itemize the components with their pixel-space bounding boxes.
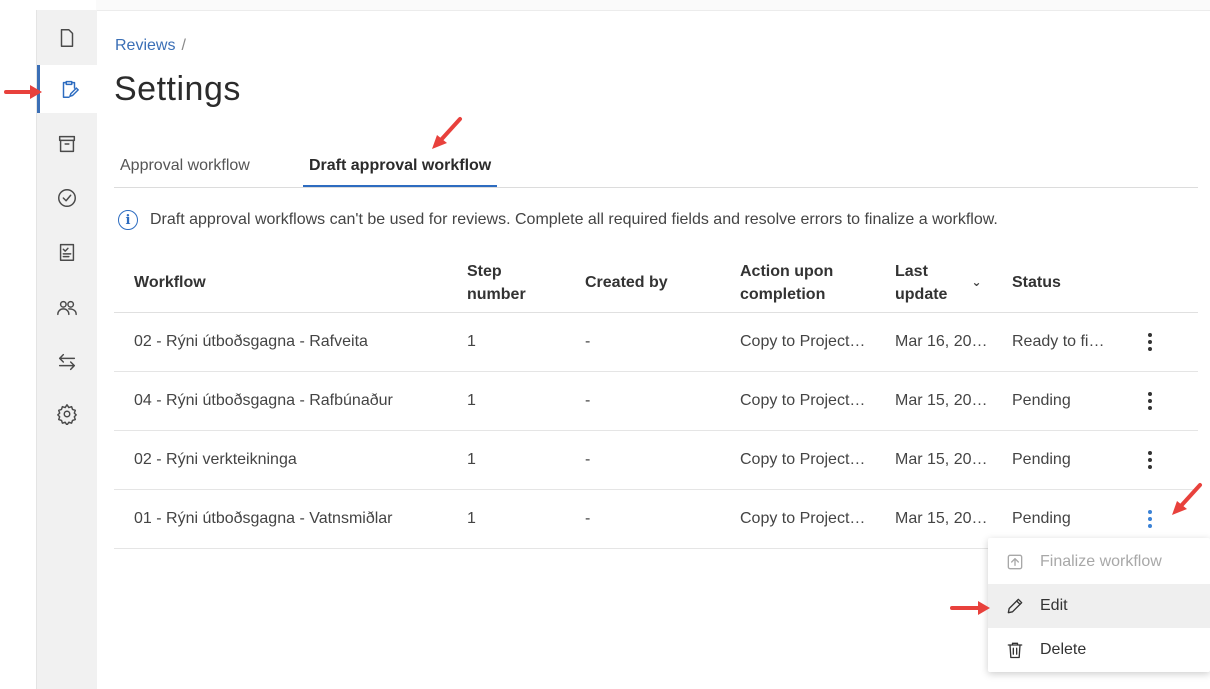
- transfer-arrows-icon: [58, 353, 76, 371]
- more-options-icon[interactable]: [1140, 392, 1160, 410]
- checklist-icon: [59, 243, 75, 261]
- page-title: Settings: [114, 70, 241, 108]
- tab-bar: Approval workflow Draft approval workflo…: [114, 150, 1198, 188]
- column-header-created-by[interactable]: Created by: [585, 253, 740, 313]
- info-banner: i Draft approval workflows can't be used…: [118, 210, 998, 230]
- cell-action: Copy to Project…: [740, 371, 895, 431]
- cell-action: Copy to Project…: [740, 312, 895, 372]
- check-circle-icon: [58, 189, 76, 207]
- tab-approval-workflow[interactable]: Approval workflow: [114, 157, 256, 185]
- sidebar-item-archive[interactable]: [37, 120, 97, 168]
- row-actions-menu: Finalize workflow Edit Delete: [988, 538, 1210, 672]
- info-icon: i: [118, 210, 138, 230]
- cell-workflow[interactable]: 02 - Rýni verkteikninga: [114, 430, 467, 490]
- cell-workflow[interactable]: 01 - Rýni útboðsgagna - Vatnsmiðlar: [114, 489, 467, 549]
- clipboard-edit-icon: [62, 80, 79, 98]
- cell-action: Copy to Project…: [740, 489, 895, 549]
- cell-step: 1: [467, 489, 585, 549]
- document-icon: [60, 29, 74, 47]
- more-options-icon[interactable]: [1140, 510, 1160, 528]
- cell-workflow[interactable]: 04 - Rýni útboðsgagna - Rafbúnaður: [114, 371, 467, 431]
- sidebar-item-documents[interactable]: [37, 14, 97, 62]
- cell-step: 1: [467, 430, 585, 490]
- cell-created-by: -: [585, 489, 740, 549]
- finalize-upload-icon: [1004, 551, 1026, 573]
- pencil-icon: [1004, 595, 1026, 617]
- cell-workflow[interactable]: 02 - Rýni útboðsgagna - Rafveita: [114, 312, 467, 372]
- info-text: Draft approval workflows can't be used f…: [150, 211, 998, 228]
- menu-item-delete[interactable]: Delete: [988, 628, 1210, 672]
- menu-item-finalize-workflow[interactable]: Finalize workflow: [988, 540, 1210, 584]
- sidebar-item-reviews[interactable]: [37, 65, 97, 113]
- annotation-arrow: [428, 116, 464, 157]
- cell-action: Copy to Project…: [740, 430, 895, 490]
- menu-item-edit[interactable]: Edit: [988, 584, 1210, 628]
- menu-item-label: Delete: [1040, 641, 1087, 658]
- column-header-step-number[interactable]: Step number: [467, 253, 585, 313]
- table-header-row: Workflow Step number Created by Action up…: [114, 253, 1198, 313]
- column-header-actions: [1140, 253, 1198, 313]
- cell-last-update: Mar 15, 20…: [895, 430, 1012, 490]
- cell-status: Ready to fi…: [1012, 312, 1140, 372]
- cell-status: Pending: [1012, 430, 1140, 490]
- cell-last-update: Mar 15, 20…: [895, 371, 1012, 431]
- annotation-arrow: [4, 84, 44, 105]
- people-icon: [57, 300, 77, 316]
- sidebar-item-members[interactable]: [37, 284, 97, 332]
- cell-status: Pending: [1012, 371, 1140, 431]
- sidebar: [36, 10, 97, 689]
- sidebar-item-approvals[interactable]: [37, 174, 97, 222]
- table-row[interactable]: 02 - Rýni útboðsgagna - Rafveita 1 - Cop…: [114, 312, 1198, 372]
- table-row[interactable]: 02 - Rýni verkteikninga 1 - Copy to Proj…: [114, 430, 1198, 490]
- gear-icon: [57, 404, 77, 425]
- menu-item-label: Edit: [1040, 597, 1068, 614]
- more-options-icon[interactable]: [1140, 333, 1160, 351]
- column-header-last-update[interactable]: Last update ⌄: [895, 253, 1012, 313]
- breadcrumb-reviews-link[interactable]: Reviews: [115, 37, 175, 54]
- sidebar-item-transfer[interactable]: [37, 338, 97, 386]
- cell-created-by: -: [585, 430, 740, 490]
- more-options-icon[interactable]: [1140, 451, 1160, 469]
- sidebar-item-checklists[interactable]: [37, 228, 97, 276]
- cell-last-update: Mar 16, 20…: [895, 312, 1012, 372]
- archive-icon: [58, 135, 76, 153]
- tab-draft-approval-workflow[interactable]: Draft approval workflow: [303, 157, 498, 187]
- cell-created-by: -: [585, 312, 740, 372]
- annotation-arrow: [1168, 482, 1204, 523]
- cell-step: 1: [467, 312, 585, 372]
- breadcrumb: Reviews /: [115, 37, 186, 55]
- cell-step: 1: [467, 371, 585, 431]
- sidebar-item-settings[interactable]: [37, 390, 97, 438]
- menu-item-label: Finalize workflow: [1040, 553, 1162, 570]
- cell-created-by: -: [585, 371, 740, 431]
- column-header-workflow[interactable]: Workflow: [114, 253, 467, 313]
- workflow-table: Workflow Step number Created by Action up…: [114, 253, 1198, 549]
- breadcrumb-separator: /: [181, 37, 186, 54]
- annotation-arrow: [950, 600, 992, 621]
- column-header-action[interactable]: Action upon completion: [740, 253, 895, 313]
- column-header-status[interactable]: Status: [1012, 253, 1140, 313]
- trash-icon: [1004, 639, 1026, 661]
- table-row[interactable]: 04 - Rýni útboðsgagna - Rafbúnaður 1 - C…: [114, 371, 1198, 431]
- chevron-down-icon[interactable]: ⌄: [971, 271, 981, 294]
